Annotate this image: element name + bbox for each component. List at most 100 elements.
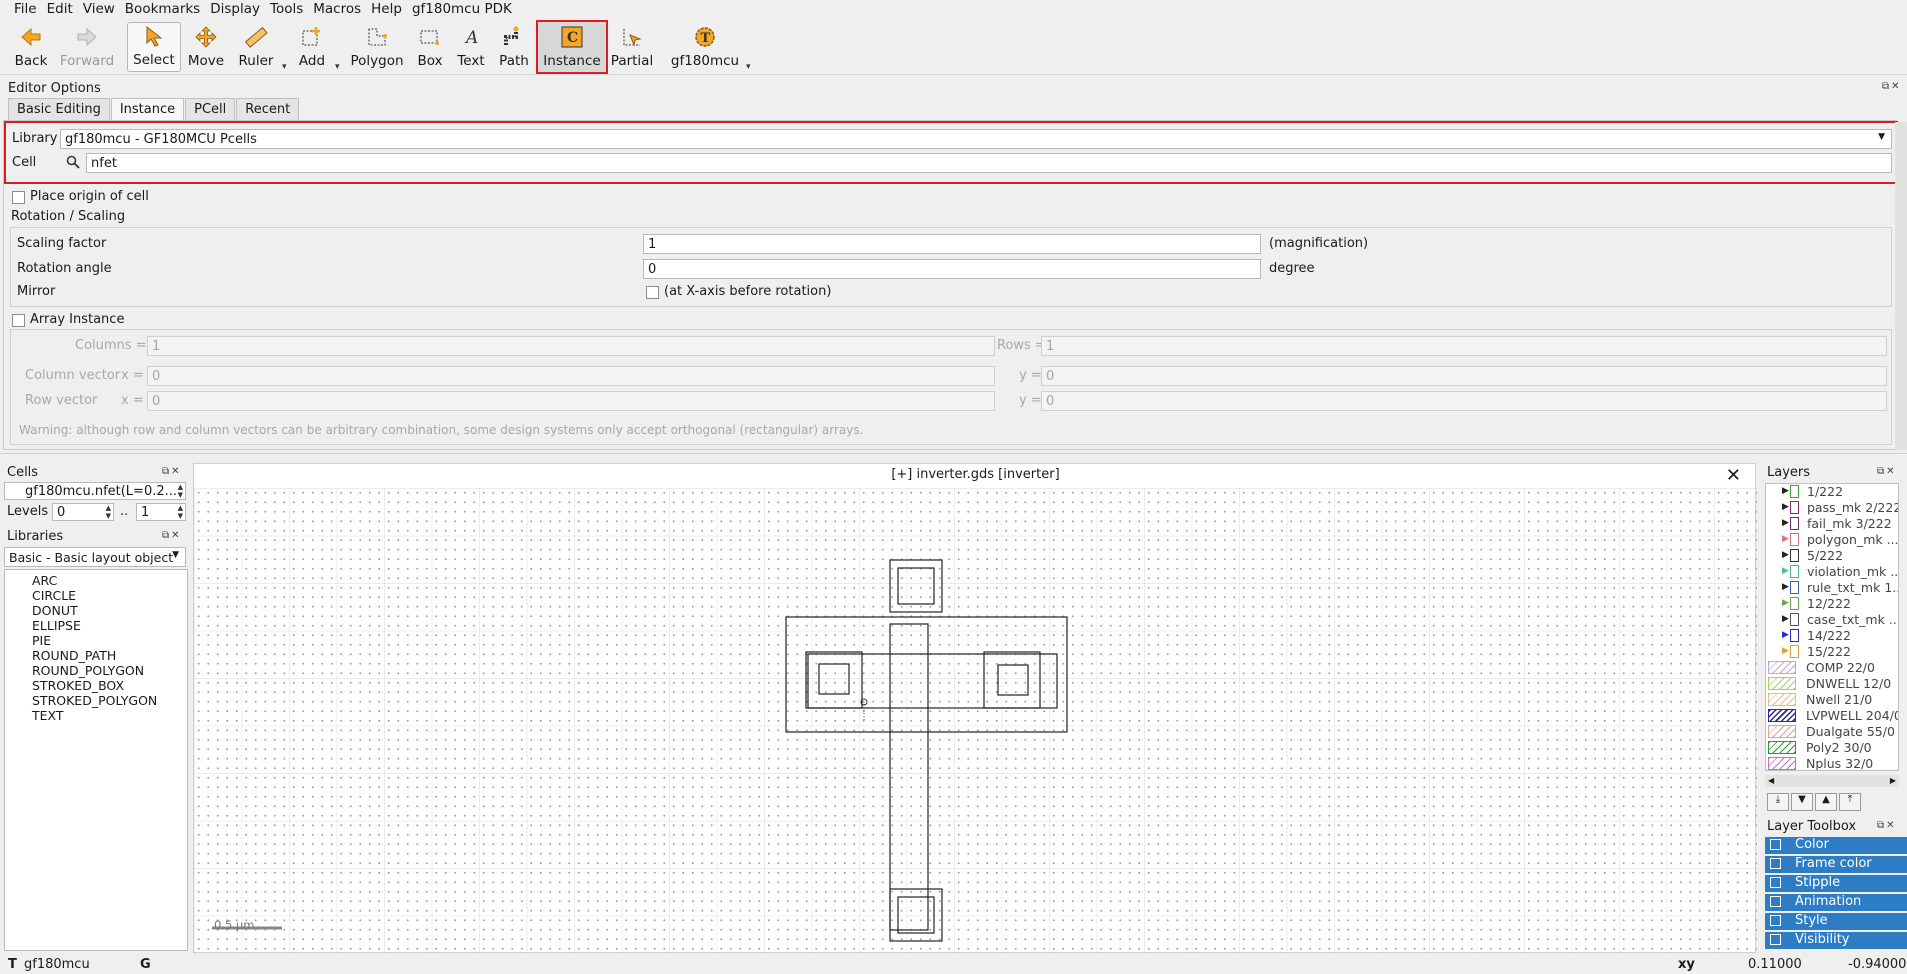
scroll-right-icon[interactable]: ▶ — [1890, 776, 1896, 785]
layer-row[interactable]: ▶ case_txt_mk ... — [1766, 612, 1898, 628]
menu-help[interactable]: Help — [371, 1, 402, 17]
layer-row[interactable]: Nplus 32/0 — [1766, 756, 1898, 770]
libraries-dock-buttons-icon[interactable]: ⧉✕ — [162, 530, 182, 541]
tab-pcell[interactable]: PCell — [185, 98, 236, 120]
list-item[interactable]: ROUND_POLYGON — [32, 663, 144, 678]
list-item[interactable]: STROKED_POLYGON — [32, 693, 157, 708]
expand-icon[interactable]: ▶ — [1782, 502, 1789, 512]
menu-edit[interactable]: Edit — [47, 1, 73, 17]
scaling-factor-input[interactable]: 1 — [643, 234, 1261, 254]
levels-to-input[interactable]: 1 ▲ ▼ — [136, 503, 186, 521]
toolbox-stipple[interactable]: Stipple — [1765, 875, 1907, 892]
layer-row[interactable]: ▶ polygon_mk ... — [1766, 532, 1898, 548]
colvec-x-input[interactable]: 0 — [147, 366, 995, 386]
expand-icon[interactable]: ▶ — [1782, 486, 1789, 496]
layer-list-hscrollbar[interactable]: ◀ ▶ — [1765, 775, 1899, 787]
back-button[interactable]: Back — [12, 22, 50, 72]
toolbox-visibility[interactable]: Visibility — [1765, 932, 1907, 949]
partial-button[interactable]: Partial — [611, 22, 653, 72]
levels-from-input[interactable]: 0 ▲ ▼ — [52, 503, 114, 521]
colvec-y-input[interactable]: 0 — [1041, 366, 1887, 386]
list-item[interactable]: DONUT — [32, 603, 78, 618]
rowvec-y-input[interactable]: 0 — [1041, 391, 1887, 411]
layer-row[interactable]: Poly2 30/0 — [1766, 740, 1898, 756]
rotation-angle-input[interactable]: 0 — [643, 259, 1261, 279]
cell-input[interactable]: nfet — [86, 153, 1892, 173]
expand-icon[interactable]: ▶ — [1782, 566, 1789, 576]
pdk-button[interactable]: T gf180mcu — [671, 22, 739, 72]
tab-recent[interactable]: Recent — [236, 98, 300, 120]
polygon-button[interactable]: Polygon — [350, 22, 404, 72]
list-item[interactable]: ELLIPSE — [32, 618, 81, 633]
move-up-icon[interactable]: ▲ — [1815, 793, 1837, 811]
rowvec-x-input[interactable]: 0 — [147, 391, 995, 411]
expand-icon[interactable]: ▶ — [1782, 518, 1789, 528]
mirror-checkbox[interactable] — [646, 286, 659, 299]
add-dropdown-icon[interactable]: ▾ — [335, 62, 340, 72]
dock-float-close-icon[interactable]: ⧉✕ — [1882, 81, 1902, 92]
toolbox-style[interactable]: Style — [1765, 913, 1907, 930]
select-button[interactable]: Select — [127, 22, 181, 72]
current-cell[interactable]: gf180mcu.nfet(L=0.2... — [9, 484, 177, 499]
move-to-top-icon[interactable]: ⤒ — [1839, 793, 1861, 811]
layer-row[interactable]: LVPWELL 204/0 — [1766, 708, 1898, 724]
forward-button[interactable]: Forward — [60, 22, 114, 72]
cells-dock-buttons-icon[interactable]: ⧉✕ — [162, 466, 182, 477]
instance-button[interactable]: C Instance — [536, 20, 608, 74]
layer-row[interactable]: ▶ violation_mk ... — [1766, 564, 1898, 580]
scroll-arrows-icon[interactable]: ▲ ▼ — [178, 483, 183, 499]
menu-pdk[interactable]: gf180mcu PDK — [412, 1, 512, 17]
layer-row[interactable]: ▶ 15/222 — [1766, 644, 1898, 660]
place-origin-checkbox[interactable] — [12, 191, 25, 204]
tab-basic-editing[interactable]: Basic Editing — [8, 98, 110, 120]
toolbox-animation[interactable]: Animation — [1765, 894, 1907, 911]
layers-dock-buttons-icon[interactable]: ⧉✕ — [1877, 466, 1897, 477]
close-icon[interactable]: ✕ — [1726, 465, 1741, 486]
move-to-bottom-icon[interactable]: ⤓ — [1767, 793, 1789, 811]
tab-instance[interactable]: Instance — [110, 98, 185, 121]
menu-bookmarks[interactable]: Bookmarks — [125, 1, 200, 17]
list-item[interactable]: ARC — [32, 573, 57, 588]
layer-row[interactable]: COMP 22/0 — [1766, 660, 1898, 676]
move-button[interactable]: Move — [186, 22, 226, 72]
layer-row[interactable]: ▶ pass_mk 2/222 — [1766, 500, 1898, 516]
editor-scrollbar[interactable] — [1895, 122, 1907, 450]
list-item[interactable]: TEXT — [32, 708, 64, 723]
box-button[interactable]: Box — [416, 22, 444, 72]
spinner-icon[interactable]: ▲ ▼ — [178, 504, 183, 520]
layer-row[interactable]: ▶ 12/222 — [1766, 596, 1898, 612]
layer-row[interactable]: ▶ 1/222 — [1766, 484, 1898, 500]
cells-tree[interactable]: gf180mcu.nfet(L=0.2... ▲ ▼ — [4, 482, 186, 500]
layer-row[interactable]: ▶ fail_mk 3/222 — [1766, 516, 1898, 532]
list-item[interactable]: ROUND_PATH — [32, 648, 116, 663]
menu-file[interactable]: File — [14, 1, 37, 17]
menu-view[interactable]: View — [83, 1, 115, 17]
library-select[interactable]: gf180mcu - GF180MCU Pcells ▼ — [60, 129, 1892, 149]
toolbox-color[interactable]: Color — [1765, 837, 1907, 854]
pdk-dropdown-icon[interactable]: ▾ — [746, 62, 751, 72]
columns-input[interactable]: 1 — [147, 336, 995, 356]
path-button[interactable]: Path — [497, 22, 531, 72]
add-button[interactable]: Add — [297, 22, 327, 72]
ruler-dropdown-icon[interactable]: ▾ — [282, 62, 287, 72]
expand-icon[interactable]: ▶ — [1782, 534, 1789, 544]
ruler-button[interactable]: Ruler — [236, 22, 276, 72]
expand-icon[interactable]: ▶ — [1782, 630, 1789, 640]
expand-icon[interactable]: ▶ — [1782, 614, 1789, 624]
move-down-icon[interactable]: ▼ — [1791, 793, 1813, 811]
search-icon[interactable] — [66, 155, 80, 169]
scroll-left-icon[interactable]: ◀ — [1768, 776, 1774, 785]
expand-icon[interactable]: ▶ — [1782, 582, 1789, 592]
expand-icon[interactable]: ▶ — [1782, 598, 1789, 608]
library-dropdown[interactable]: Basic - Basic layout object ▼ — [4, 547, 186, 567]
expand-icon[interactable]: ▶ — [1782, 646, 1789, 656]
layer-row[interactable]: ▶ 14/222 — [1766, 628, 1898, 644]
menu-macros[interactable]: Macros — [313, 1, 361, 17]
menu-tools[interactable]: Tools — [270, 1, 303, 17]
layer-row[interactable]: DNWELL 12/0 — [1766, 676, 1898, 692]
menu-display[interactable]: Display — [210, 1, 260, 17]
layer-row[interactable]: Dualgate 55/0 — [1766, 724, 1898, 740]
list-item[interactable]: STROKED_BOX — [32, 678, 124, 693]
layer-row[interactable]: Nwell 21/0 — [1766, 692, 1898, 708]
array-instance-checkbox[interactable] — [12, 314, 25, 327]
